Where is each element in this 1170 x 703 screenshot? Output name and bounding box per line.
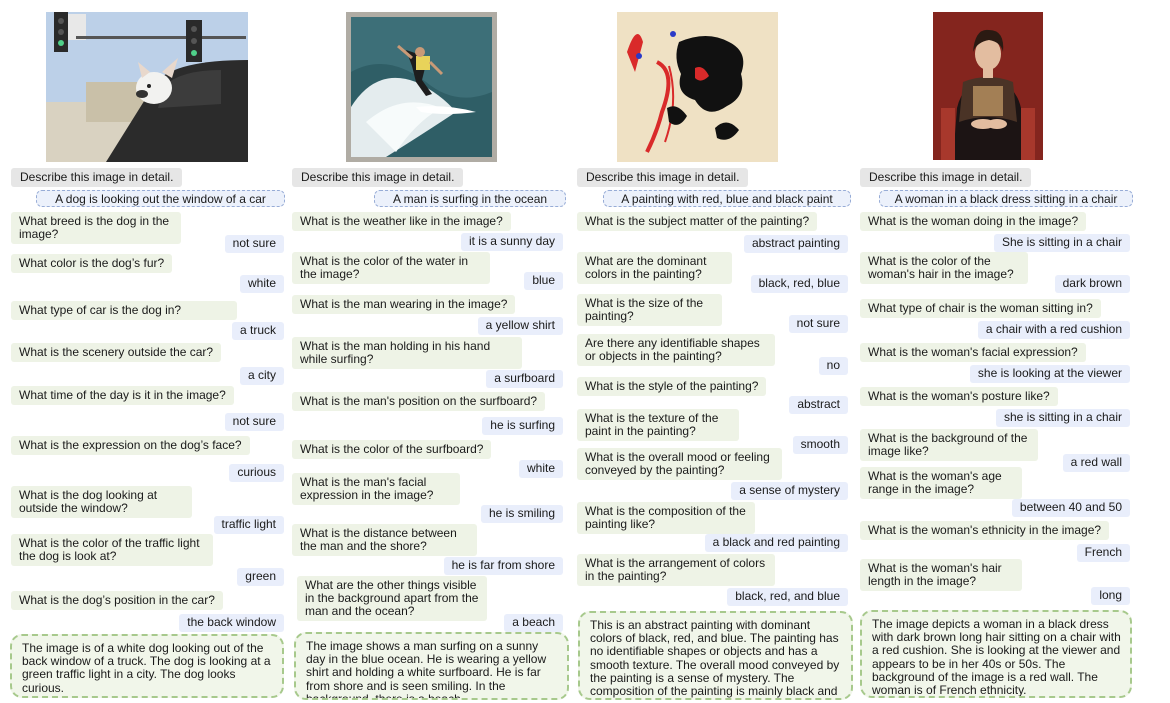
column-portrait: Describe this image in detail. A woman i… <box>858 0 1170 703</box>
question: What is the color of the traffic light t… <box>11 534 213 566</box>
answer: he is smiling <box>480 505 563 523</box>
question: What are the dominant colors in the pain… <box>577 252 732 284</box>
answer: curious <box>229 464 284 482</box>
detailed-description: The image depicts a woman in a black dre… <box>860 610 1132 698</box>
answer: a surfboard <box>486 370 563 388</box>
question: What is the composition of the painting … <box>577 502 755 534</box>
detailed-description: The image is of a white dog looking out … <box>10 634 284 698</box>
answer: no <box>818 357 848 375</box>
question: What color is the dog’s fur? <box>11 254 173 273</box>
surfer-photo <box>346 12 497 162</box>
column-surfer: Describe this image in detail. A man is … <box>290 0 575 703</box>
answer: he is far from shore <box>443 557 563 575</box>
short-caption: A dog is looking out the window of a car <box>36 190 285 207</box>
detailed-description: The image shows a man surfing on a sunny… <box>294 632 569 700</box>
question: What is the weather like in the image? <box>292 212 511 231</box>
question: What is the woman doing in the image? <box>860 212 1087 231</box>
answer: a black and red painting <box>704 534 848 552</box>
answer: a red wall <box>1062 454 1130 472</box>
instruction-label: Describe this image in detail. <box>860 168 1032 187</box>
question: What is the woman's facial expression? <box>860 343 1086 362</box>
instruction-label: Describe this image in detail. <box>577 168 749 187</box>
question: What is the style of the painting? <box>577 377 767 396</box>
question: What is the woman's posture like? <box>860 387 1058 406</box>
answer: a yellow shirt <box>477 317 563 335</box>
question: What is the distance between the man and… <box>292 524 477 556</box>
answer: a city <box>239 367 284 385</box>
answer: abstract <box>789 396 848 414</box>
woman-portrait <box>933 12 1043 160</box>
question: What is the color of the surfboard? <box>292 440 492 459</box>
question: What is the scenery outside the car? <box>11 343 222 362</box>
question: What is the woman's ethnicity in the ima… <box>860 521 1110 540</box>
question: What is the color of the water in the im… <box>292 252 490 284</box>
answer: not sure <box>224 413 284 431</box>
instruction-label: Describe this image in detail. <box>292 168 464 187</box>
question: What is the man holding in his hand whil… <box>292 337 522 369</box>
answer: not sure <box>788 315 848 333</box>
answer: not sure <box>224 235 284 253</box>
question: What is the man wearing in the image? <box>292 295 516 314</box>
abstract-painting <box>617 12 778 162</box>
answer: green <box>237 568 284 586</box>
question: What time of the day is it in the image? <box>11 386 234 405</box>
short-caption: A woman in a black dress sitting in a ch… <box>879 190 1133 207</box>
question: What is the man's position on the surfbo… <box>292 392 546 411</box>
answer: a chair with a red cushion <box>977 321 1130 339</box>
question: What are the other things visible in the… <box>297 576 487 621</box>
short-caption: A painting with red, blue and black pain… <box>603 190 851 207</box>
question: What is the dog’s position in the car? <box>11 591 223 610</box>
answer: a sense of mystery <box>731 482 848 500</box>
question: What type of chair is the woman sitting … <box>860 299 1101 318</box>
answer: she is looking at the viewer <box>969 365 1130 383</box>
answer: black, red, and blue <box>727 588 848 606</box>
question: What is the expression on the dog’s face… <box>11 436 250 455</box>
answer: black, red, blue <box>750 275 848 293</box>
answer: French <box>1076 544 1130 562</box>
answer: dark brown <box>1054 275 1130 293</box>
dog-photo <box>46 12 248 162</box>
column-painting: Describe this image in detail. A paintin… <box>575 0 858 703</box>
question: What is the overall mood or feeling conv… <box>577 448 782 480</box>
answer: a beach <box>504 614 563 632</box>
answer: it is a sunny day <box>460 233 563 251</box>
question: What is the woman's age range in the ima… <box>860 467 1022 499</box>
answer: abstract painting <box>743 235 848 253</box>
instruction-label: Describe this image in detail. <box>11 168 183 187</box>
answer: blue <box>524 272 563 290</box>
answer: white <box>239 275 284 293</box>
question: What is the man's facial expression in t… <box>292 473 460 505</box>
answer: white <box>518 460 563 478</box>
short-caption: A man is surfing in the ocean <box>374 190 566 207</box>
question: What is the color of the woman's hair in… <box>860 252 1028 284</box>
question: What is the dog looking at outside the w… <box>11 486 192 518</box>
question: What is the arrangement of colors in the… <box>577 554 775 586</box>
answer: between 40 and 50 <box>1011 499 1130 517</box>
question: Are there any identifiable shapes or obj… <box>577 334 775 366</box>
detailed-description: This is an abstract painting with domina… <box>578 611 853 700</box>
question: What type of car is the dog in? <box>11 301 237 320</box>
answer: She is sitting in a chair <box>993 234 1130 252</box>
answer: smooth <box>792 436 848 454</box>
answer: the back window <box>179 614 284 632</box>
question: What is the size of the painting? <box>577 294 722 326</box>
answer: a truck <box>231 322 284 340</box>
column-dog: Describe this image in detail. A dog is … <box>0 0 290 703</box>
answer: traffic light <box>213 516 284 534</box>
question: What is the texture of the paint in the … <box>577 409 739 441</box>
question: What breed is the dog in the image? <box>11 212 181 244</box>
question: What is the background of the image like… <box>860 429 1038 461</box>
question: What is the subject matter of the painti… <box>577 212 818 231</box>
answer: she is sitting in a chair <box>995 409 1130 427</box>
answer: he is surfing <box>482 417 563 435</box>
question: What is the woman's hair length in the i… <box>860 559 1022 591</box>
answer: long <box>1091 587 1130 605</box>
